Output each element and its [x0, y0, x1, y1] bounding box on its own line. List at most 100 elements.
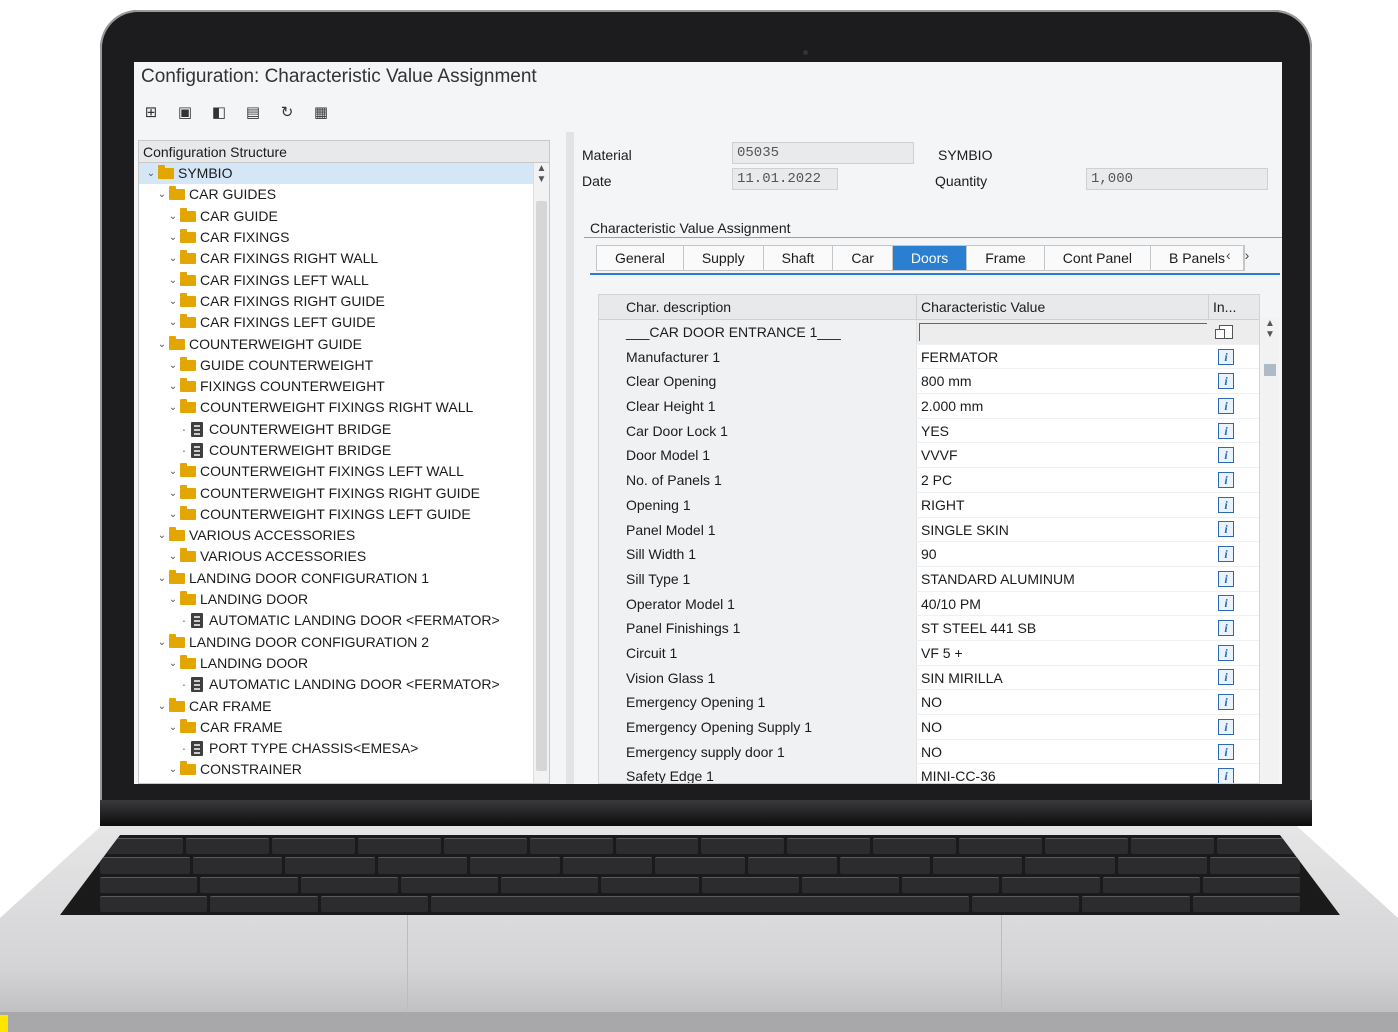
char-value-cell[interactable]: SINGLE SKIN — [917, 518, 1209, 542]
tab-shaft[interactable]: Shaft — [764, 246, 834, 270]
info-icon[interactable]: i — [1218, 447, 1234, 464]
info-icon[interactable]: i — [1218, 471, 1234, 488]
info-icon[interactable]: i — [1218, 570, 1234, 587]
tab-cont-panel[interactable]: Cont Panel — [1045, 246, 1151, 270]
table-row[interactable]: Sill Type 1 STANDARD ALUMINUM i — [599, 566, 1259, 592]
expand-toggle-icon[interactable]: ⌄ — [167, 717, 179, 738]
info-icon[interactable]: i — [1218, 669, 1234, 686]
tree-node[interactable]: ⌄ COUNTERWEIGHT FIXINGS RIGHT WALL — [139, 397, 549, 418]
quantity-field[interactable]: 1,000 — [1086, 168, 1268, 190]
column-header-value[interactable]: Characteristic Value — [917, 295, 1209, 319]
tree-node[interactable]: ⌄ LANDING DOOR — [139, 589, 549, 610]
table-row[interactable]: Vision Glass 1 SIN MIRILLA i — [599, 665, 1259, 691]
table-row[interactable]: ___CAR DOOR ENTRANCE 1___ — [599, 320, 1259, 345]
tree-node[interactable]: · COUNTERWEIGHT BRIDGE — [139, 419, 549, 440]
tree-node[interactable]: ⌄ CAR GUIDES — [139, 184, 549, 205]
tree-node[interactable]: ⌄ CAR FIXINGS RIGHT WALL — [139, 248, 549, 269]
tab-next-icon[interactable]: › — [1245, 247, 1250, 263]
table-row[interactable]: Car Door Lock 1 YES i — [599, 418, 1259, 444]
expand-toggle-icon[interactable]: ⌄ — [167, 376, 179, 397]
scroll-down-icon[interactable]: ▼ — [534, 174, 549, 185]
expand-toggle-icon[interactable]: ⌄ — [167, 483, 179, 504]
expand-toggle-icon[interactable]: ⌄ — [156, 568, 168, 589]
column-header-info[interactable]: In... — [1209, 295, 1243, 319]
tree-node[interactable]: ⌄ LANDING DOOR — [139, 653, 549, 674]
info-icon[interactable]: i — [1218, 422, 1234, 439]
tree-node[interactable]: ⌄ CAR FIXINGS RIGHT GUIDE — [139, 291, 549, 312]
grid-scroll-up-icon[interactable]: ▲ — [1261, 318, 1279, 329]
char-value-cell[interactable]: FERMATOR — [917, 345, 1209, 369]
tree-node[interactable]: ⌄ LANDING DOOR CONFIGURATION 1 — [139, 568, 549, 589]
info-icon[interactable]: i — [1218, 718, 1234, 735]
calculator-icon[interactable]: ▦ — [311, 102, 331, 122]
tree-node[interactable]: ⌄ VARIOUS ACCESSORIES — [139, 525, 549, 546]
table-row[interactable]: Emergency Opening Supply 1 NO i — [599, 715, 1259, 740]
expand-toggle-icon[interactable]: ⌄ — [167, 270, 179, 291]
tree-node[interactable]: ⌄ CAR FRAME — [139, 695, 549, 716]
char-value-cell[interactable]: SIN MIRILLA — [917, 666, 1209, 690]
panel-splitter[interactable] — [566, 132, 574, 784]
column-header-description[interactable]: Char. description — [599, 295, 917, 319]
table-row[interactable]: No. of Panels 12 PC i — [599, 468, 1259, 493]
tree-node[interactable]: · COUNTERWEIGHT BRIDGE — [139, 440, 549, 461]
tree-node[interactable]: ⌄ COUNTERWEIGHT FIXINGS LEFT WALL — [139, 461, 549, 482]
tree-scroll-thumb[interactable] — [536, 201, 547, 771]
expand-toggle-icon[interactable]: ⌄ — [167, 397, 179, 418]
table-row[interactable]: Panel Finishings 1 ST STEEL 441 SB i — [599, 616, 1259, 641]
expand-toggle-icon[interactable]: ⌄ — [167, 248, 179, 269]
tree-node[interactable]: ⌄ CAR FIXINGS — [139, 227, 549, 248]
copy-icon[interactable] — [1215, 324, 1233, 339]
expand-toggle-icon[interactable]: ⌄ — [156, 525, 168, 546]
expand-toggle-icon[interactable]: ⌄ — [156, 632, 168, 653]
tree-node[interactable]: ⌄ COUNTERWEIGHT GUIDE — [139, 333, 549, 354]
table-row[interactable]: Panel Model 1 SINGLE SKIN i — [599, 517, 1259, 543]
tree-node[interactable]: · PORT TYPE CHASSIS<EMESA> — [139, 738, 549, 759]
char-value-cell[interactable]: ST STEEL 441 SB — [917, 616, 1209, 640]
table-row[interactable]: Emergency supply door 1 NO i — [599, 739, 1259, 765]
info-icon[interactable]: i — [1218, 595, 1234, 612]
tree-scrollbar[interactable]: ▲ ▼ — [533, 163, 549, 783]
info-icon[interactable]: i — [1218, 521, 1234, 538]
table-row[interactable]: Clear Height 1 2.000 mm i — [599, 394, 1259, 419]
tree-node[interactable]: ⌄ LANDING DOOR CONFIGURATION 2 — [139, 632, 549, 653]
info-icon[interactable]: i — [1218, 496, 1234, 513]
tree-node[interactable]: ⌄ CAR FIXINGS LEFT WALL — [139, 269, 549, 290]
table-row[interactable]: Operator Model 1 40/10 PM i — [599, 591, 1259, 617]
info-icon[interactable]: i — [1218, 743, 1234, 760]
table-row[interactable]: Clear Opening 800 mm i — [599, 369, 1259, 395]
table-row[interactable]: Sill Width 1 90 i — [599, 542, 1259, 567]
table-row[interactable]: Door Model 1 VVVF i — [599, 443, 1259, 469]
tree-node[interactable]: · AUTOMATIC LANDING DOOR <FERMATOR> — [139, 674, 549, 695]
tree-node[interactable]: ⌄ FIXINGS COUNTERWEIGHT — [139, 376, 549, 397]
char-value-cell[interactable]: VF 5 + — [917, 641, 1209, 665]
info-icon[interactable]: i — [1218, 373, 1234, 390]
char-value-cell[interactable]: NO — [917, 715, 1209, 739]
tree-node[interactable]: ⌄ COUNTERWEIGHT FIXINGS RIGHT GUIDE — [139, 482, 549, 503]
char-value-cell[interactable]: STANDARD ALUMINUM — [917, 567, 1209, 591]
table-row[interactable]: Manufacturer 1 FERMATOR i — [599, 344, 1259, 370]
expand-toggle-icon[interactable]: ⌄ — [167, 653, 179, 674]
table-row[interactable]: Emergency Opening 1 NO i — [599, 690, 1259, 715]
char-value-cell[interactable] — [917, 320, 1209, 344]
char-value-cell[interactable]: 2.000 mm — [917, 394, 1209, 418]
tree-node[interactable]: ⌄ CONSTRAINER — [139, 759, 549, 780]
expand-toggle-icon[interactable]: ⌄ — [167, 227, 179, 248]
info-icon[interactable]: i — [1218, 768, 1234, 783]
info-icon[interactable]: i — [1218, 397, 1234, 414]
save-config-icon[interactable]: ▣ — [175, 102, 195, 122]
tree-node[interactable]: · AUTOMATIC LANDING DOOR <FERMATOR> — [139, 610, 549, 631]
tab-supply[interactable]: Supply — [684, 246, 764, 270]
char-value-cell[interactable]: NO — [917, 690, 1209, 714]
table-row[interactable]: Safety Edge 1 MINI-CC-36 i — [599, 764, 1259, 783]
undo-icon[interactable]: ↻ — [277, 102, 297, 122]
char-value-cell[interactable]: 2 PC — [917, 468, 1209, 492]
char-value-cell[interactable]: 90 — [917, 542, 1209, 566]
char-value-cell[interactable]: MINI-CC-36 — [917, 764, 1209, 783]
price-icon[interactable]: ▤ — [243, 102, 263, 122]
expand-toggle-icon[interactable]: ⌄ — [167, 589, 179, 610]
expand-toggle-icon[interactable]: ⌄ — [167, 291, 179, 312]
grid-scroll-thumb[interactable] — [1264, 364, 1276, 376]
info-icon[interactable]: i — [1218, 620, 1234, 637]
info-icon[interactable]: i — [1218, 694, 1234, 711]
tab-frame[interactable]: Frame — [967, 246, 1045, 270]
